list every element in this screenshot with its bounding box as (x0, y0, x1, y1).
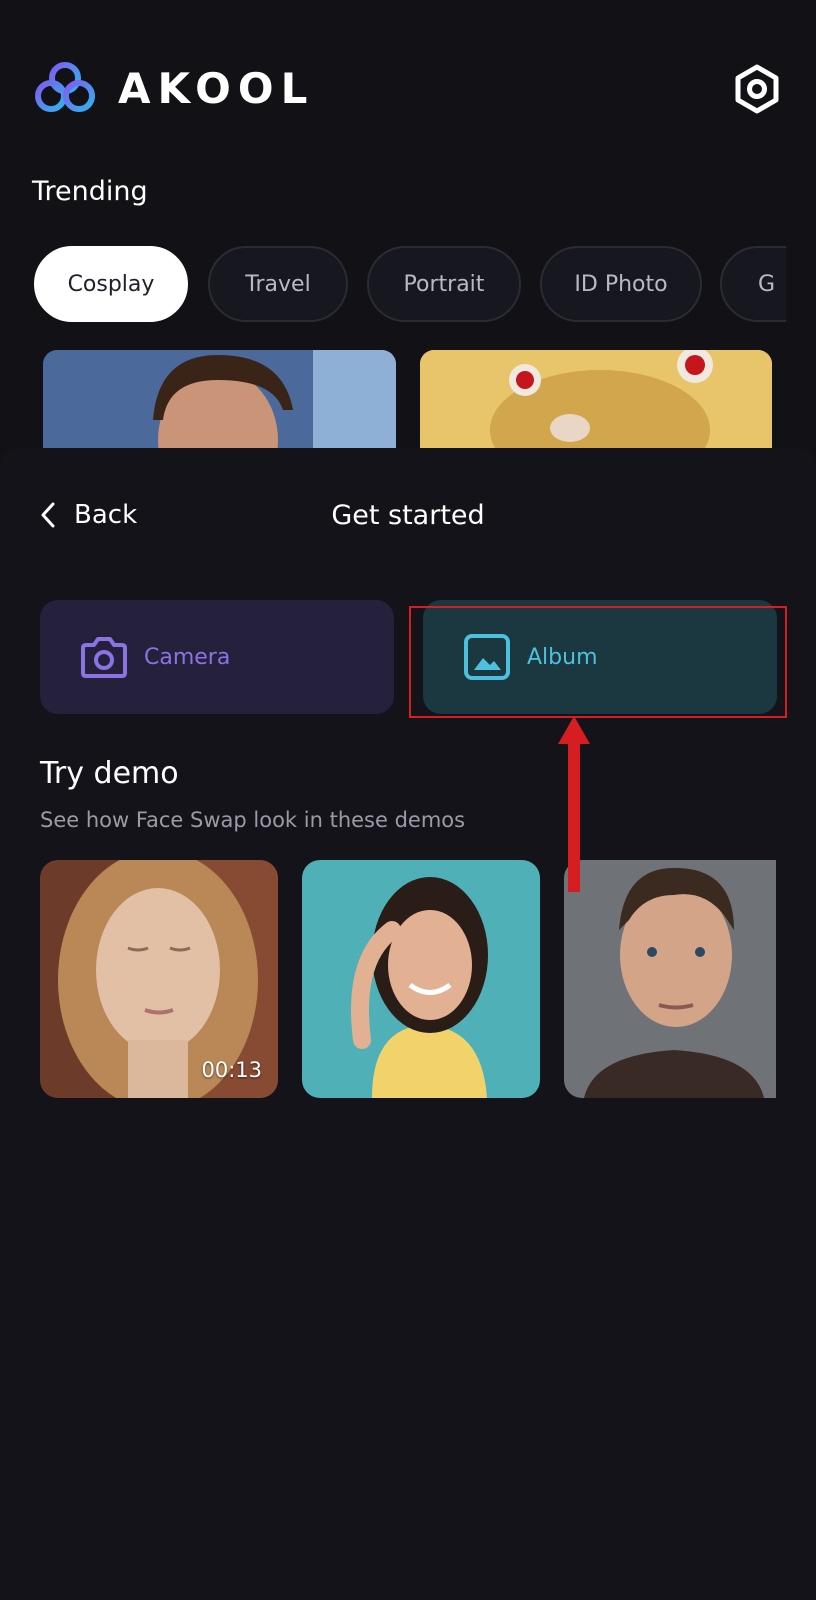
settings-hexagon-icon[interactable] (734, 64, 780, 114)
man-portrait-image (43, 350, 396, 450)
category-chips: Cosplay Travel Portrait ID Photo G (0, 246, 786, 326)
video-duration: 00:13 (201, 1058, 262, 1082)
app-screen: AKOOL Trending Cosplay Travel Portrait I… (0, 0, 816, 1600)
sheet-title: Get started (331, 500, 485, 531)
demo-card-photo[interactable] (302, 860, 540, 1098)
camera-label: Camera (144, 644, 231, 670)
demo-card-photo[interactable] (564, 860, 776, 1098)
trending-title: Trending (32, 176, 148, 207)
smiling-woman-image (302, 860, 540, 1098)
app-logo: AKOOL (34, 60, 314, 116)
app-name: AKOOL (118, 63, 315, 113)
cosplay-image (420, 350, 772, 450)
trending-thumbnail[interactable] (43, 350, 396, 450)
akool-logo-icon (35, 62, 95, 112)
demo-card-video[interactable]: 00:13 (40, 860, 278, 1098)
arrow-up-icon (558, 716, 590, 892)
trending-thumbnail[interactable] (420, 350, 772, 450)
demo-subtitle: See how Face Swap look in these demos (40, 808, 466, 832)
camera-button[interactable]: Camera (40, 600, 394, 714)
demo-title: Try demo (40, 756, 179, 791)
highlight-box (409, 606, 787, 718)
man-portrait-image (564, 860, 776, 1098)
chip-partial[interactable]: G (720, 246, 786, 322)
chip-cosplay[interactable]: Cosplay (34, 246, 188, 322)
chip-id-photo[interactable]: ID Photo (540, 246, 702, 322)
chip-travel[interactable]: Travel (208, 246, 348, 322)
camera-icon (81, 637, 127, 678)
chip-portrait[interactable]: Portrait (367, 246, 521, 322)
